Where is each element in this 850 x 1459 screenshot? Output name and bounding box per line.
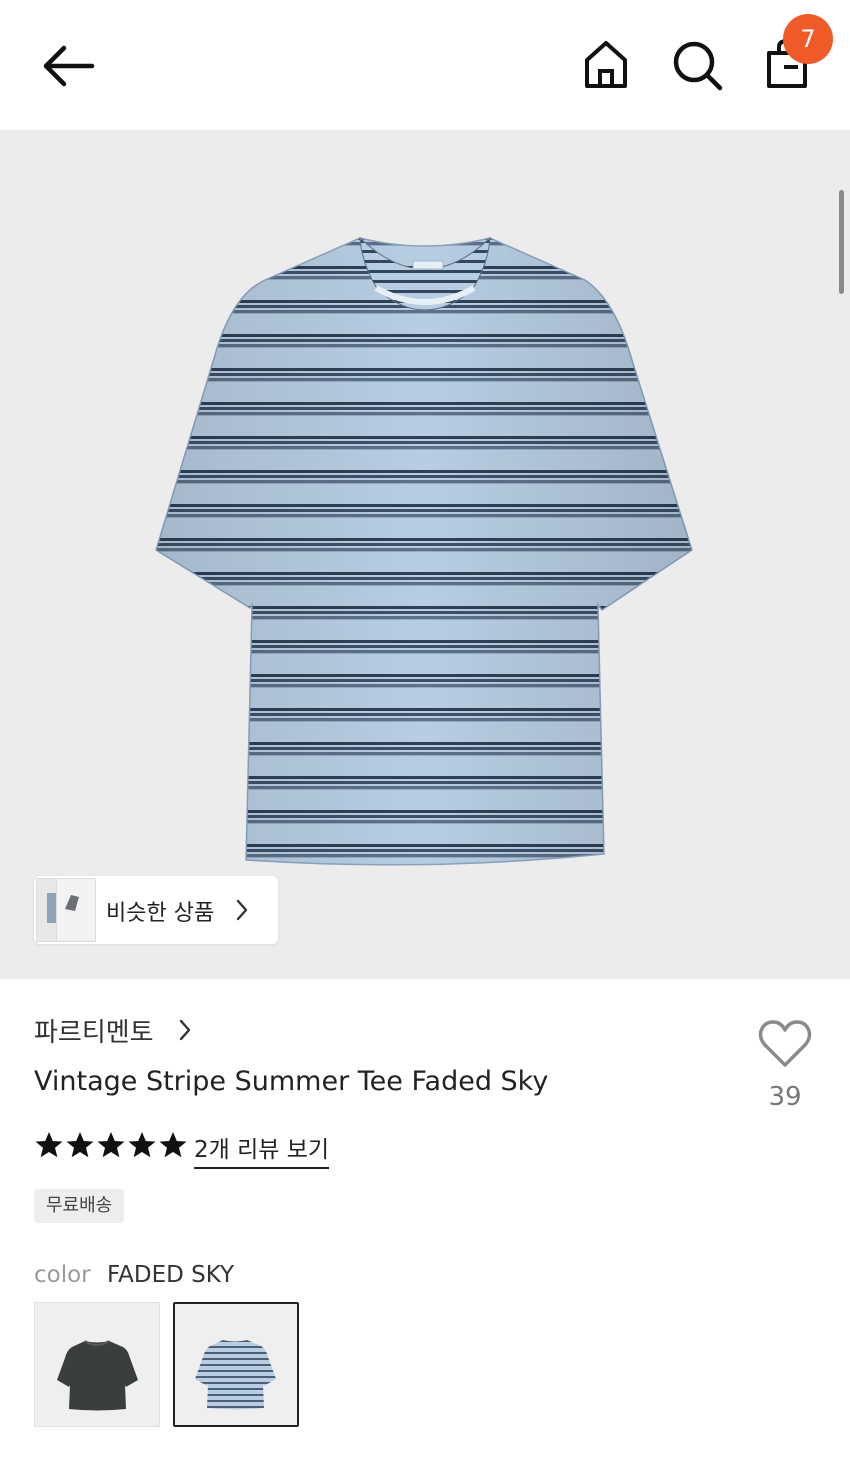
free-shipping-badge: 무료배송: [34, 1189, 125, 1223]
chevron-right-icon: [236, 899, 248, 921]
rating-stars: [34, 1130, 188, 1160]
gallery-scrollbar[interactable]: [839, 190, 844, 294]
star-icon: [159, 1132, 187, 1158]
star-icon: [66, 1132, 94, 1158]
star-icon: [35, 1132, 63, 1158]
similar-products-button[interactable]: 비슷한 상품: [34, 876, 278, 944]
color-swatch-faded-sky[interactable]: [173, 1302, 299, 1427]
brand-link[interactable]: 파르티멘토: [34, 1012, 154, 1049]
product-image-gallery[interactable]: 비슷한 상품: [0, 130, 850, 979]
similar-products-label: 비슷한 상품: [106, 901, 215, 926]
product-title: Vintage Stripe Summer Tee Faded Sky: [34, 1066, 549, 1097]
home-icon[interactable]: [578, 36, 634, 94]
star-icon: [128, 1132, 156, 1158]
similar-thumb-2: [56, 878, 96, 942]
color-swatch-charcoal[interactable]: [34, 1302, 160, 1427]
selected-color-value: FADED SKY: [107, 1262, 235, 1288]
color-option-label: color: [34, 1262, 91, 1288]
top-app-bar: 7: [0, 0, 850, 130]
star-icon: [97, 1132, 125, 1158]
cart-count-badge: 7: [783, 14, 833, 64]
heart-icon[interactable]: [757, 1018, 813, 1070]
back-arrow-icon[interactable]: [36, 38, 100, 94]
search-icon[interactable]: [668, 36, 726, 94]
like-count: 39: [768, 1082, 802, 1112]
view-reviews-link[interactable]: 2개 리뷰 보기: [194, 1130, 330, 1169]
brand-chevron-right-icon[interactable]: [176, 1018, 194, 1042]
product-image: [155, 236, 693, 866]
